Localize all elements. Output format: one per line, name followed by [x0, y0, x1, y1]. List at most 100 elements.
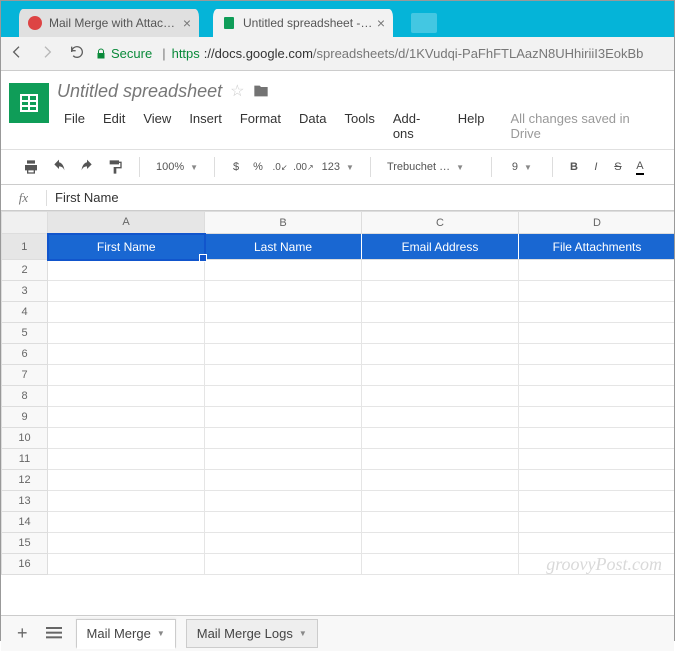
paint-format-icon[interactable] [101, 154, 129, 180]
cell[interactable] [205, 386, 362, 407]
cell[interactable] [205, 344, 362, 365]
percent-button[interactable]: % [247, 154, 269, 180]
cell[interactable] [362, 386, 519, 407]
cell[interactable] [519, 386, 675, 407]
cell[interactable] [48, 470, 205, 491]
cell[interactable] [205, 512, 362, 533]
sheet-tab[interactable]: Mail Merge Logs▼ [186, 619, 318, 648]
cell[interactable] [205, 491, 362, 512]
cell[interactable] [519, 428, 675, 449]
star-icon[interactable]: ☆ [230, 81, 244, 101]
fx-label[interactable]: fx [1, 190, 47, 206]
row-header[interactable]: 6 [2, 344, 48, 365]
cell[interactable] [519, 533, 675, 554]
cell[interactable] [519, 491, 675, 512]
cell[interactable] [362, 344, 519, 365]
row-header[interactable]: 4 [2, 302, 48, 323]
cell[interactable]: Last Name [205, 234, 362, 260]
cell[interactable] [519, 260, 675, 281]
cell[interactable] [48, 302, 205, 323]
cell[interactable] [48, 491, 205, 512]
column-header[interactable]: C [362, 212, 519, 234]
back-icon[interactable] [9, 44, 25, 63]
cell[interactable] [519, 407, 675, 428]
menu-data[interactable]: Data [292, 107, 333, 145]
row-header[interactable]: 16 [2, 554, 48, 575]
decrease-decimal-button[interactable]: .0↙ [269, 154, 291, 180]
cell[interactable] [48, 365, 205, 386]
cell[interactable] [48, 386, 205, 407]
formula-input[interactable]: First Name [47, 190, 674, 205]
cell[interactable] [48, 323, 205, 344]
currency-button[interactable]: $ [225, 154, 247, 180]
row-header[interactable]: 7 [2, 365, 48, 386]
cell[interactable] [205, 554, 362, 575]
url-input[interactable]: Secure | https ://docs.google.com /sprea… [95, 46, 666, 61]
redo-icon[interactable] [73, 154, 101, 180]
cell[interactable] [362, 512, 519, 533]
cell[interactable] [205, 260, 362, 281]
cell[interactable] [362, 533, 519, 554]
cell[interactable] [362, 470, 519, 491]
row-header[interactable]: 9 [2, 407, 48, 428]
column-header[interactable]: B [205, 212, 362, 234]
row-header[interactable]: 14 [2, 512, 48, 533]
menu-addons[interactable]: Add-ons [386, 107, 447, 145]
row-header[interactable]: 2 [2, 260, 48, 281]
row-header[interactable]: 5 [2, 323, 48, 344]
italic-button[interactable]: I [585, 154, 607, 180]
cell[interactable] [205, 407, 362, 428]
font-size-dropdown[interactable]: 9▼ [502, 161, 542, 173]
forward-icon[interactable] [39, 44, 55, 63]
cell[interactable] [362, 281, 519, 302]
print-icon[interactable] [17, 154, 45, 180]
cell[interactable] [205, 428, 362, 449]
cell[interactable] [519, 554, 675, 575]
cell[interactable] [205, 302, 362, 323]
cell[interactable] [362, 491, 519, 512]
cell[interactable]: File Attachments [519, 234, 675, 260]
increase-decimal-button[interactable]: .00↗ [291, 154, 316, 180]
cell[interactable] [48, 281, 205, 302]
cell[interactable] [48, 344, 205, 365]
cell[interactable] [519, 449, 675, 470]
folder-icon[interactable] [252, 83, 270, 99]
reload-icon[interactable] [69, 44, 85, 63]
cell[interactable]: Email Address [362, 234, 519, 260]
spreadsheet-grid[interactable]: ABCD1First NameLast NameEmail AddressFil… [1, 211, 674, 615]
cell[interactable] [519, 512, 675, 533]
cell[interactable] [519, 302, 675, 323]
row-header[interactable]: 15 [2, 533, 48, 554]
cell[interactable] [48, 554, 205, 575]
doc-title[interactable]: Untitled spreadsheet [57, 81, 222, 102]
cell[interactable] [48, 428, 205, 449]
row-header[interactable]: 10 [2, 428, 48, 449]
menu-edit[interactable]: Edit [96, 107, 132, 145]
cell[interactable] [48, 512, 205, 533]
cell[interactable] [362, 365, 519, 386]
cell[interactable] [519, 323, 675, 344]
chevron-down-icon[interactable]: ▼ [299, 629, 307, 638]
cell[interactable] [48, 449, 205, 470]
row-header[interactable]: 11 [2, 449, 48, 470]
close-icon[interactable]: × [377, 15, 385, 31]
row-header[interactable]: 3 [2, 281, 48, 302]
cell[interactable] [362, 428, 519, 449]
cell[interactable] [519, 344, 675, 365]
cell[interactable] [362, 449, 519, 470]
browser-tab[interactable]: Untitled spreadsheet - Go × [213, 9, 393, 37]
cell[interactable] [205, 449, 362, 470]
cell[interactable] [362, 260, 519, 281]
cell[interactable] [205, 533, 362, 554]
bold-button[interactable]: B [563, 154, 585, 180]
select-all-cell[interactable] [2, 212, 48, 234]
cell[interactable] [205, 281, 362, 302]
row-header[interactable]: 12 [2, 470, 48, 491]
font-dropdown[interactable]: Trebuchet …▼ [381, 161, 481, 173]
cell[interactable] [519, 365, 675, 386]
cell[interactable] [48, 533, 205, 554]
row-header[interactable]: 13 [2, 491, 48, 512]
cell[interactable] [519, 470, 675, 491]
new-tab-button[interactable] [411, 13, 437, 33]
menu-file[interactable]: File [57, 107, 92, 145]
